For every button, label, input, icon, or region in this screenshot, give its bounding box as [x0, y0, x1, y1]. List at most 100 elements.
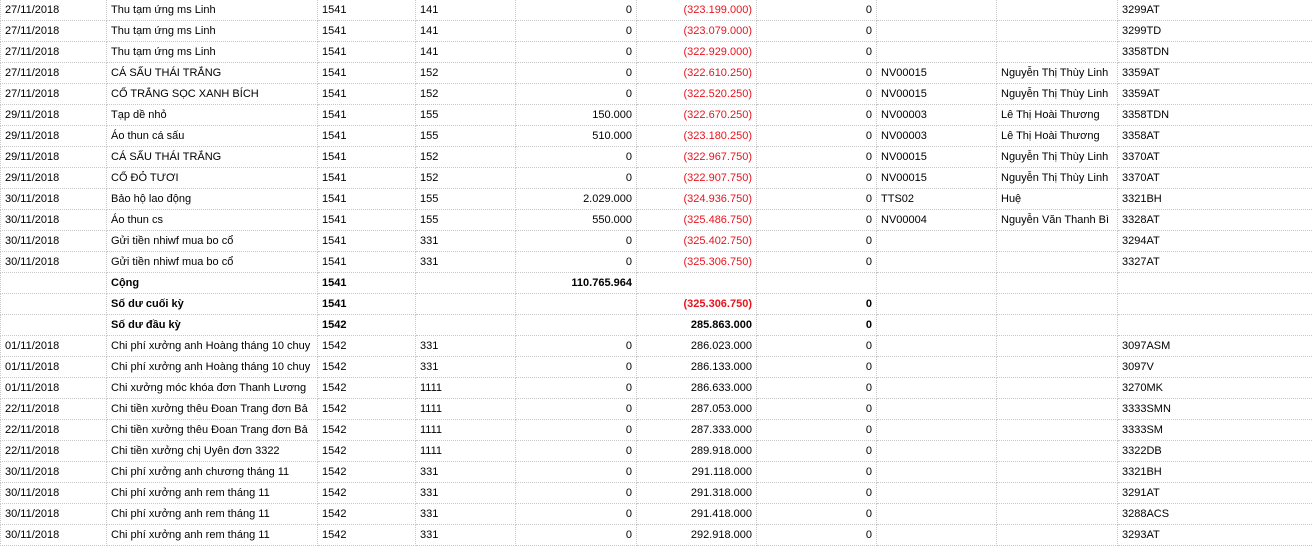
cell-counter-account[interactable]: 331: [416, 231, 516, 252]
cell-document-no[interactable]: [1118, 294, 1313, 315]
cell-account[interactable]: 1541: [318, 210, 416, 231]
cell-employee-code[interactable]: [877, 336, 997, 357]
cell-amount[interactable]: [516, 315, 637, 336]
cell-amount[interactable]: 0: [516, 168, 637, 189]
cell-amount[interactable]: 0: [516, 21, 637, 42]
cell-amount[interactable]: 0: [516, 399, 637, 420]
cell-date[interactable]: 27/11/2018: [1, 84, 107, 105]
cell-counter-account[interactable]: 152: [416, 63, 516, 84]
cell-document-no[interactable]: 3097V: [1118, 357, 1313, 378]
cell-description[interactable]: Chi phí xưởng anh rem tháng 11: [107, 504, 318, 525]
cell-amount[interactable]: 0: [516, 441, 637, 462]
cell-employee-code[interactable]: [877, 399, 997, 420]
cell-description[interactable]: Chi tiền xưởng thêu Đoan Trang đơn Bả: [107, 399, 318, 420]
cell-employee-code[interactable]: NV00015: [877, 147, 997, 168]
cell-account[interactable]: 1542: [318, 441, 416, 462]
cell-document-no[interactable]: 3359AT: [1118, 84, 1313, 105]
cell-account[interactable]: 1541: [318, 168, 416, 189]
cell-account[interactable]: 1541: [318, 21, 416, 42]
cell-employee-name[interactable]: [997, 231, 1118, 252]
cell-document-no[interactable]: 3291AT: [1118, 483, 1313, 504]
cell-counter-account[interactable]: 1111: [416, 378, 516, 399]
cell-balance[interactable]: (325.402.750): [637, 231, 757, 252]
cell-employee-code[interactable]: [877, 441, 997, 462]
cell-description[interactable]: Gửi tiền nhiwf mua bo cổ: [107, 231, 318, 252]
cell-document-no[interactable]: 3097ASM: [1118, 336, 1313, 357]
cell-account[interactable]: 1542: [318, 336, 416, 357]
cell-employee-name[interactable]: [997, 273, 1118, 294]
cell-date[interactable]: 29/11/2018: [1, 168, 107, 189]
cell-date[interactable]: 27/11/2018: [1, 63, 107, 84]
cell-employee-name[interactable]: [997, 525, 1118, 546]
cell-description[interactable]: Chi tiền xưởng chị Uyên đơn 3322: [107, 441, 318, 462]
cell-balance[interactable]: [637, 273, 757, 294]
cell-counter-account[interactable]: 152: [416, 147, 516, 168]
cell-employee-name[interactable]: Nguyễn Thị Thùy Linh: [997, 147, 1118, 168]
cell-description[interactable]: Cộng: [107, 273, 318, 294]
cell-counter-account[interactable]: 331: [416, 483, 516, 504]
cell-employee-name[interactable]: [997, 21, 1118, 42]
cell-date[interactable]: [1, 315, 107, 336]
cell-balance[interactable]: (323.180.250): [637, 126, 757, 147]
cell-date[interactable]: 29/11/2018: [1, 126, 107, 147]
cell-document-no[interactable]: 3321BH: [1118, 189, 1313, 210]
cell-document-no[interactable]: 3358AT: [1118, 126, 1313, 147]
cell-document-no[interactable]: 3294AT: [1118, 231, 1313, 252]
cell-balance[interactable]: (322.670.250): [637, 105, 757, 126]
cell-document-no[interactable]: 3299AT: [1118, 0, 1313, 21]
cell-document-no[interactable]: 3328AT: [1118, 210, 1313, 231]
cell-date[interactable]: 30/11/2018: [1, 252, 107, 273]
cell-balance-2[interactable]: 0: [757, 84, 877, 105]
cell-balance-2[interactable]: 0: [757, 525, 877, 546]
cell-document-no[interactable]: 3358TDN: [1118, 42, 1313, 63]
cell-date[interactable]: 30/11/2018: [1, 462, 107, 483]
cell-counter-account[interactable]: [416, 315, 516, 336]
cell-description[interactable]: Chi phí xưởng anh Hoàng tháng 10 chuy: [107, 357, 318, 378]
cell-balance-2[interactable]: 0: [757, 147, 877, 168]
cell-employee-code[interactable]: [877, 315, 997, 336]
cell-balance-2[interactable]: 0: [757, 378, 877, 399]
cell-date[interactable]: 30/11/2018: [1, 231, 107, 252]
cell-description[interactable]: Tạp dề nhỏ: [107, 105, 318, 126]
cell-employee-name[interactable]: [997, 462, 1118, 483]
cell-counter-account[interactable]: 331: [416, 357, 516, 378]
cell-date[interactable]: 30/11/2018: [1, 189, 107, 210]
cell-balance-2[interactable]: 0: [757, 357, 877, 378]
cell-balance[interactable]: (323.079.000): [637, 21, 757, 42]
cell-counter-account[interactable]: 141: [416, 42, 516, 63]
cell-counter-account[interactable]: 155: [416, 210, 516, 231]
cell-amount[interactable]: 0: [516, 357, 637, 378]
cell-amount[interactable]: 510.000: [516, 126, 637, 147]
cell-date[interactable]: 22/11/2018: [1, 441, 107, 462]
cell-date[interactable]: 27/11/2018: [1, 42, 107, 63]
cell-amount[interactable]: 110.765.964: [516, 273, 637, 294]
cell-date[interactable]: [1, 273, 107, 294]
cell-balance[interactable]: (322.967.750): [637, 147, 757, 168]
cell-document-no[interactable]: 3333SMN: [1118, 399, 1313, 420]
cell-account[interactable]: 1541: [318, 0, 416, 21]
cell-document-no[interactable]: 3327AT: [1118, 252, 1313, 273]
cell-counter-account[interactable]: 1111: [416, 399, 516, 420]
cell-description[interactable]: CỔ ĐỎ TƯƠI: [107, 168, 318, 189]
cell-counter-account[interactable]: 1111: [416, 420, 516, 441]
cell-employee-name[interactable]: Huệ: [997, 189, 1118, 210]
cell-employee-name[interactable]: [997, 483, 1118, 504]
cell-account[interactable]: 1541: [318, 42, 416, 63]
cell-employee-code[interactable]: NV00003: [877, 105, 997, 126]
cell-employee-code[interactable]: [877, 420, 997, 441]
cell-counter-account[interactable]: 331: [416, 504, 516, 525]
cell-account[interactable]: 1541: [318, 105, 416, 126]
cell-date[interactable]: 30/11/2018: [1, 525, 107, 546]
cell-document-no[interactable]: [1118, 315, 1313, 336]
cell-amount[interactable]: 0: [516, 525, 637, 546]
cell-description[interactable]: Chi xưởng móc khóa đơn Thanh Lương: [107, 378, 318, 399]
cell-balance[interactable]: (322.520.250): [637, 84, 757, 105]
cell-balance[interactable]: (322.610.250): [637, 63, 757, 84]
cell-balance-2[interactable]: 0: [757, 0, 877, 21]
cell-balance-2[interactable]: 0: [757, 399, 877, 420]
cell-date[interactable]: 01/11/2018: [1, 378, 107, 399]
cell-balance[interactable]: (322.907.750): [637, 168, 757, 189]
cell-account[interactable]: 1542: [318, 483, 416, 504]
cell-amount[interactable]: 2.029.000: [516, 189, 637, 210]
cell-employee-code[interactable]: [877, 378, 997, 399]
